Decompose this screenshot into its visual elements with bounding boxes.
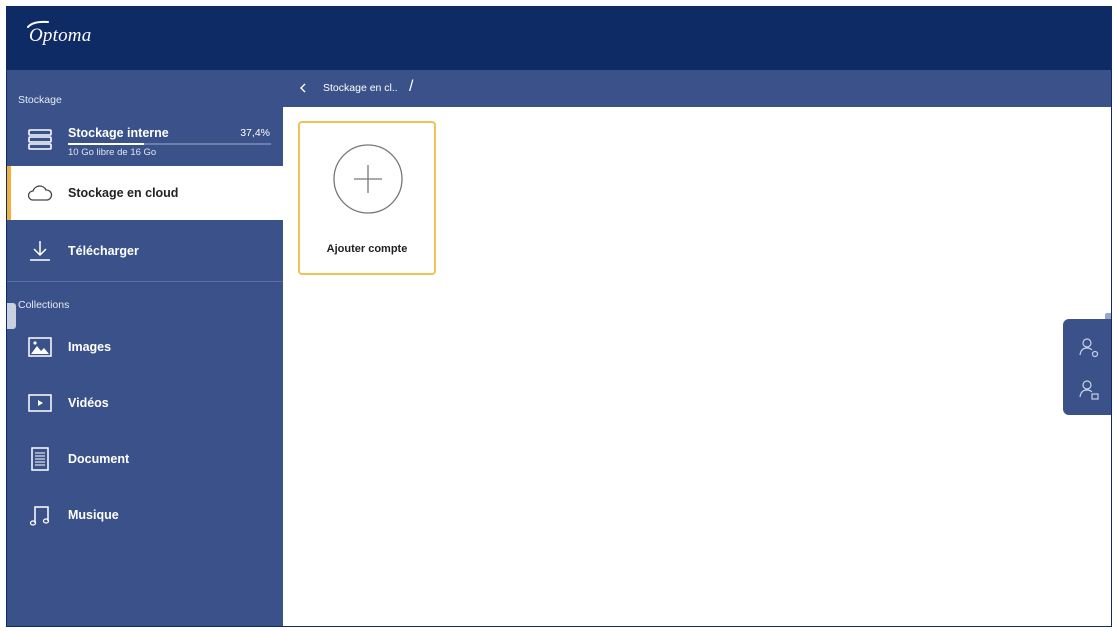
right-side-panel — [1063, 319, 1111, 415]
sidebar: Stockage Stockage interne 37,4% 10 Go li… — [7, 70, 283, 626]
internal-storage-title: Stockage interne — [68, 126, 169, 140]
sidebar-item-download[interactable]: Télécharger — [7, 225, 283, 279]
breadcrumb-current[interactable]: Stockage en cl.. — [323, 82, 398, 94]
chevron-left-icon[interactable] — [297, 81, 309, 95]
sidebar-item-music[interactable]: Musique — [7, 488, 283, 542]
cloud-icon — [27, 185, 53, 201]
user-lock-icon[interactable] — [1077, 377, 1101, 401]
breadcrumb-separator: / — [409, 78, 414, 95]
image-icon — [28, 337, 52, 357]
document-icon — [31, 447, 49, 471]
server-icon — [28, 129, 52, 150]
video-icon — [28, 394, 52, 412]
sidebar-item-label: Stockage en cloud — [68, 186, 179, 200]
sidebar-item-label: Musique — [68, 508, 119, 522]
brand-logo: Optoma — [29, 25, 92, 46]
app-window: Optoma Stockage Stockage interne 37,4% 1… — [6, 6, 1112, 627]
add-account-card[interactable]: Ajouter compte — [298, 121, 436, 275]
sidebar-item-videos[interactable]: Vidéos — [7, 376, 283, 430]
sidebar-item-label: Vidéos — [68, 396, 109, 410]
top-bar: Optoma — [7, 7, 1111, 70]
storage-usage-fill — [68, 143, 144, 145]
section-divider — [7, 281, 283, 282]
download-icon — [30, 241, 50, 261]
sidebar-collapse-handle[interactable] — [7, 303, 16, 329]
user-settings-icon[interactable] — [1077, 335, 1101, 359]
add-account-label: Ajouter compte — [326, 243, 408, 255]
collections-section-label: Collections — [18, 299, 70, 311]
storage-usage-bar — [68, 143, 271, 145]
active-indicator — [7, 166, 11, 220]
sidebar-item-images[interactable]: Images — [7, 320, 283, 374]
sidebar-item-cloud-storage[interactable]: Stockage en cloud — [7, 166, 283, 220]
internal-storage-subtitle: 10 Go libre de 16 Go — [68, 147, 157, 158]
music-icon — [29, 506, 50, 526]
main-content: Stockage en cl.. / Ajouter compte — [283, 70, 1111, 626]
sidebar-item-document[interactable]: Document — [7, 432, 283, 486]
storage-section-label: Stockage — [18, 94, 62, 106]
sidebar-item-label: Télécharger — [68, 244, 139, 258]
plus-circle-icon — [333, 144, 403, 214]
sidebar-item-label: Document — [68, 452, 130, 466]
breadcrumb: Stockage en cl.. / — [283, 70, 1111, 107]
sidebar-item-label: Images — [68, 340, 112, 354]
internal-storage-percent: 37,4% — [240, 127, 270, 139]
